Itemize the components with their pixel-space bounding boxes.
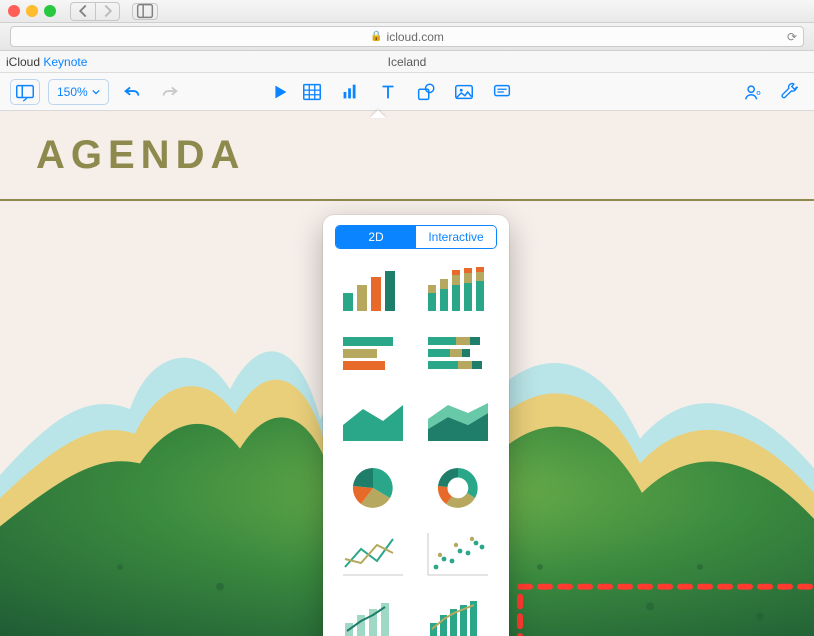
- url-host-text: icloud.com: [387, 30, 444, 44]
- insert-text-button[interactable]: [369, 79, 407, 105]
- chart-type-two-axis[interactable]: [422, 593, 494, 636]
- insert-chart-button[interactable]: [331, 79, 369, 105]
- chart-type-popover: 2D Interactive: [323, 215, 509, 636]
- chart-type-pie[interactable]: [337, 461, 409, 515]
- chart-type-stacked-area[interactable]: [422, 395, 494, 449]
- window-title-bar: [0, 0, 814, 23]
- browser-back-button[interactable]: [71, 3, 95, 20]
- insert-shape-button[interactable]: [407, 79, 445, 105]
- browser-forward-button[interactable]: [95, 3, 119, 20]
- breadcrumb-app-label: iCloud: [6, 55, 40, 69]
- browser-url-field[interactable]: 🔒 icloud.com ⟳: [10, 26, 804, 47]
- redo-button[interactable]: [155, 79, 185, 105]
- browser-nav-group: [70, 2, 120, 21]
- slide-canvas[interactable]: AGENDA: [0, 111, 814, 636]
- browser-sidebar-button[interactable]: [132, 3, 158, 20]
- undo-button[interactable]: [117, 79, 147, 105]
- chart-type-stacked-column[interactable]: [422, 263, 494, 317]
- insert-media-button[interactable]: [445, 79, 483, 105]
- browser-url-bar: 🔒 icloud.com ⟳: [0, 23, 814, 51]
- view-mode-button[interactable]: [10, 79, 40, 105]
- zoom-select[interactable]: 150%: [48, 79, 109, 105]
- chart-tab-2d[interactable]: 2D: [336, 226, 416, 248]
- chart-type-bar[interactable]: [337, 329, 409, 383]
- chart-type-grid: [333, 263, 499, 636]
- chart-type-line[interactable]: [337, 527, 409, 581]
- chart-type-mixed-column-line[interactable]: [337, 593, 409, 636]
- zoom-value-label: 150%: [57, 85, 88, 99]
- collaborate-button[interactable]: [738, 79, 768, 105]
- insert-table-button[interactable]: [293, 79, 331, 105]
- chart-type-column[interactable]: [337, 263, 409, 317]
- chart-type-scatter[interactable]: [422, 527, 494, 581]
- chart-tab-segmented-control: 2D Interactive: [335, 225, 497, 249]
- document-title: Iceland: [388, 55, 427, 69]
- lock-icon: 🔒: [370, 31, 382, 42]
- chart-type-donut[interactable]: [422, 461, 494, 515]
- format-tools-button[interactable]: [774, 79, 804, 105]
- window-zoom-button[interactable]: [44, 5, 56, 17]
- slide-divider: [0, 199, 814, 201]
- document-tab-strip: iCloud Keynote Iceland: [0, 51, 814, 73]
- chart-tab-interactive[interactable]: Interactive: [416, 226, 496, 248]
- slide-heading[interactable]: AGENDA: [36, 133, 245, 178]
- window-close-button[interactable]: [8, 5, 20, 17]
- keynote-toolbar: 150%: [0, 73, 814, 111]
- breadcrumb-doc-label: Keynote: [43, 55, 87, 69]
- reload-icon[interactable]: ⟳: [787, 30, 797, 44]
- window-minimize-button[interactable]: [26, 5, 38, 17]
- breadcrumb[interactable]: iCloud Keynote: [6, 55, 87, 69]
- insert-comment-button[interactable]: [483, 79, 521, 105]
- chart-type-area[interactable]: [337, 395, 409, 449]
- chevron-down-icon: [92, 88, 100, 96]
- chart-type-stacked-bar[interactable]: [422, 329, 494, 383]
- popover-arrow: [370, 110, 386, 118]
- play-slideshow-button[interactable]: [265, 79, 295, 105]
